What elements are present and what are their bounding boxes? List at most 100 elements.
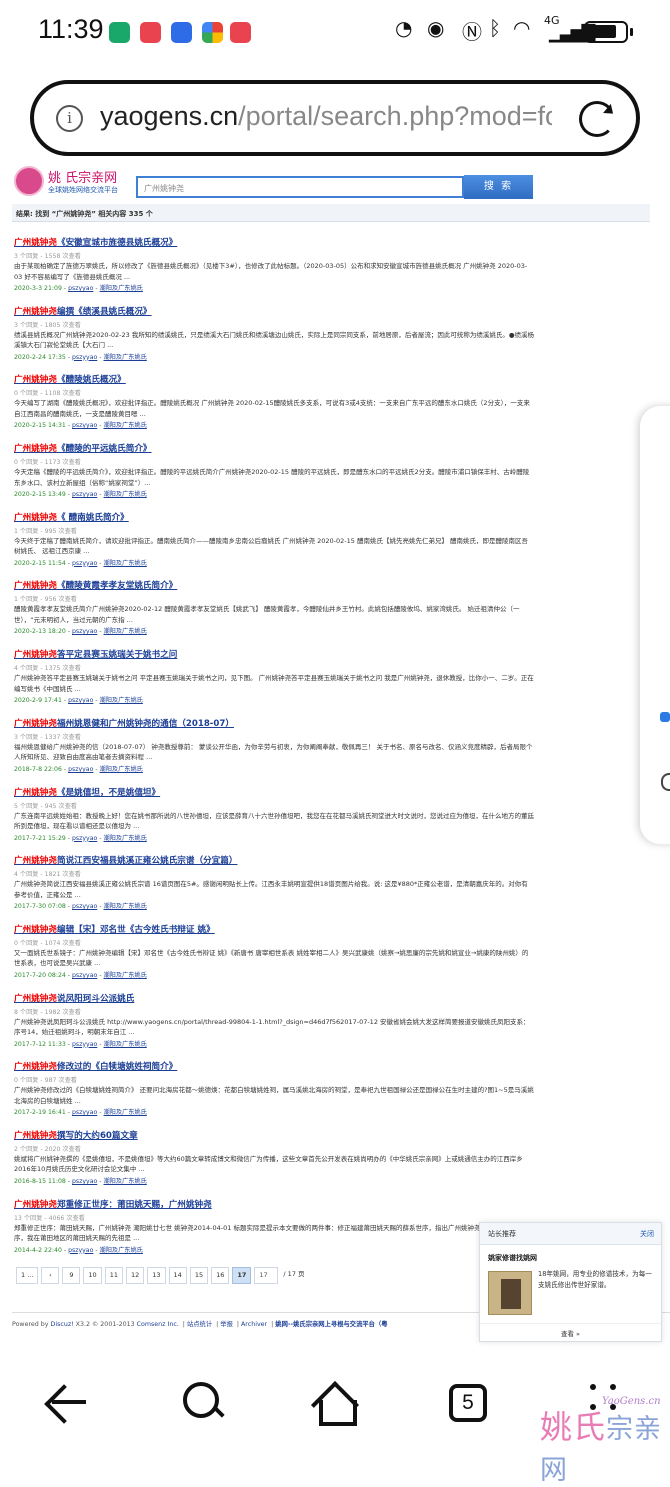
result-forum[interactable]: 潮阳及广东姚氏: [103, 835, 146, 842]
page-first-button[interactable]: 1 ...: [16, 1267, 39, 1284]
result-meta: 0 个回复 - 1108 次查看: [14, 390, 81, 398]
result-date: 2017-7-30 07:08: [14, 903, 66, 911]
footer-link-stats[interactable]: 站点统计: [187, 1321, 212, 1328]
result-title[interactable]: 广州姚钟尧郑重修正世序：莆田姚天赐，广州姚钟尧: [14, 1198, 534, 1210]
discuz-link[interactable]: Discuz!: [51, 1321, 74, 1328]
page-button-13[interactable]: 13: [147, 1267, 166, 1284]
result-author[interactable]: pszyyao: [72, 422, 97, 429]
site-watermark: 姚氏宗亲网 YaoGens.cn: [540, 1396, 663, 1486]
popup-close-button[interactable]: 关闭: [640, 1229, 654, 1239]
result-item: 广州姚钟尧编辑【宋】邓名世《古今姓氏书辩证 姚》 0 个回复 - 1074 次查看…: [14, 923, 534, 992]
search-button[interactable]: 搜 索: [464, 175, 533, 199]
page-prev-button[interactable]: ‹: [41, 1267, 60, 1284]
footer-site-name[interactable]: 姚网--姚氏宗亲网上寻根与交流平台（粤: [275, 1321, 387, 1328]
result-author[interactable]: pszyyao: [68, 766, 93, 773]
page-button-14[interactable]: 14: [168, 1267, 187, 1284]
reload-icon[interactable]: [579, 101, 615, 137]
popup-title[interactable]: 姚家修谱找姚网: [488, 1253, 537, 1263]
result-author[interactable]: pszyyao: [72, 560, 97, 567]
result-title[interactable]: 广州姚钟尧撰写的大约60篇文章: [14, 1129, 534, 1141]
result-title[interactable]: 广州姚钟尧《醴陵的平远姚氏简介》: [14, 442, 534, 454]
result-author[interactable]: pszyyao: [72, 972, 97, 979]
result-item: 广州姚钟尧《醴陵的平远姚氏简介》 0 个回复 - 1173 次查看 今天定稿《醴陵的…: [14, 442, 534, 511]
page-jump-input[interactable]: 17: [254, 1267, 279, 1284]
result-footer: 2020-2-13 18:20 - pszyyao - 潮阳及广东姚氏: [14, 628, 147, 636]
result-author[interactable]: pszyyao: [68, 285, 93, 292]
result-title[interactable]: 广州姚钟尧《 醴南姚氏简介》: [14, 511, 534, 523]
result-author[interactable]: pszyyao: [72, 1041, 97, 1048]
result-forum[interactable]: 潮阳及广东姚氏: [100, 697, 143, 704]
result-snippet: 福州姚恩健给广州姚钟尧的信（2018-07-07） 钟尧教授尊前： 蒙谈公开华函…: [14, 742, 533, 762]
result-author[interactable]: pszyyao: [72, 491, 97, 498]
result-snippet: 今天终于定稿了醴南姚氏简介，请欢迎批评指正。醴南姚氏简介——醴陵南乡忠南公后裔姚…: [14, 536, 529, 556]
page-button-10[interactable]: 10: [83, 1267, 102, 1284]
comsenz-link[interactable]: Comsenz Inc.: [137, 1321, 179, 1328]
result-title[interactable]: 广州姚钟尧简说江西安福县姚溪正雍公姚氏宗谱（分宜篇）: [14, 854, 534, 866]
result-forum[interactable]: 潮阳及广东姚氏: [103, 422, 146, 429]
result-forum[interactable]: 潮阳及广东姚氏: [100, 766, 143, 773]
page-button-11[interactable]: 11: [104, 1267, 123, 1284]
result-summary: 结果: 找到 “广州姚钟尧” 相关内容 335 个: [12, 204, 650, 222]
result-title[interactable]: 广州姚钟尧修改过的《白犊塘姚姓祠简介》: [14, 1060, 534, 1072]
result-title[interactable]: 广州姚钟尧福州姚恩健和广州姚钟尧的通信（2018-07）: [14, 717, 534, 729]
site-logo[interactable]: 姚 氏宗亲网 全球姚姓网络交流平台: [14, 166, 132, 198]
result-forum[interactable]: 潮阳及广东姚氏: [103, 903, 146, 910]
result-title[interactable]: 广州姚钟尧《醴陵黄霞孝孝友堂姚氏简介》: [14, 579, 534, 591]
result-author[interactable]: pszyyao: [72, 1109, 97, 1116]
result-footer: 2020-2-9 17:41 - pszyyao - 潮阳及广东姚氏: [14, 697, 143, 705]
edge-panel[interactable]: [640, 406, 670, 844]
search-input[interactable]: 广州姚钟尧: [136, 176, 464, 198]
result-author[interactable]: pszyyao: [68, 1247, 93, 1254]
result-item: 广州姚钟尧《 醴南姚氏简介》 1 个回复 - 995 次查看 今天终于定稿了醴南姚氏…: [14, 511, 534, 580]
info-icon[interactable]: i: [56, 105, 83, 132]
result-title[interactable]: 广州姚钟尧说凤阳珂斗公派姚氏: [14, 992, 534, 1004]
result-title[interactable]: 广州姚钟尧《是姚僖坦，不是姚僖坦》: [14, 786, 534, 798]
result-author[interactable]: pszyyao: [72, 903, 97, 910]
result-author[interactable]: pszyyao: [68, 697, 93, 704]
result-title[interactable]: 广州姚钟尧答平定县赛玉姚瑞关于姚书之问: [14, 648, 534, 660]
result-forum[interactable]: 潮阳及广东姚氏: [103, 1109, 146, 1116]
result-author[interactable]: pszyyao: [72, 354, 97, 361]
result-forum[interactable]: 潮阳及广东姚氏: [103, 354, 146, 361]
result-forum[interactable]: 潮阳及广东姚氏: [103, 1178, 146, 1185]
back-arrow-icon[interactable]: [46, 1380, 92, 1426]
footer-link-archiver[interactable]: Archiver: [241, 1321, 267, 1328]
address-bar[interactable]: i yaogens.cn/portal/search.php?mod=forum: [30, 80, 640, 156]
page-button-17[interactable]: 17: [232, 1267, 252, 1284]
result-footer: 2018-7-8 22:06 - pszyyao - 潮阳及广东姚氏: [14, 765, 143, 773]
edge-panel-curl-icon[interactable]: [661, 773, 670, 791]
result-forum[interactable]: 潮阳及广东姚氏: [103, 972, 146, 979]
result-forum[interactable]: 潮阳及广东姚氏: [103, 1041, 146, 1048]
result-title[interactable]: 广州姚钟尧《安徽宣城市旌德县姚氏概况》: [14, 236, 534, 248]
result-title[interactable]: 广州姚钟尧编辑【宋】邓名世《古今姓氏书辩证 姚》: [14, 923, 534, 935]
result-meta: 2 个回复 - 2020 次查看: [14, 1145, 81, 1153]
page-button-16[interactable]: 16: [211, 1267, 230, 1284]
result-forum[interactable]: 潮阳及广东姚氏: [100, 285, 143, 292]
search-icon[interactable]: [180, 1380, 226, 1426]
result-meta: 3 个回复 - 1337 次查看: [14, 733, 81, 741]
popup-book-image[interactable]: [488, 1271, 532, 1315]
page-button-15[interactable]: 15: [189, 1267, 209, 1284]
url-text[interactable]: yaogens.cn/portal/search.php?mod=forum: [100, 101, 552, 132]
tabs-count-button[interactable]: 5: [449, 1384, 487, 1422]
popup-more-link[interactable]: 查看 »: [480, 1323, 661, 1338]
result-footer: 2020-2-24 17:35 - pszyyao - 潮阳及广东姚氏: [14, 353, 147, 361]
page-button-12[interactable]: 12: [125, 1267, 145, 1284]
result-title[interactable]: 广州姚钟尧编撰《绩溪县姚氏概况》: [14, 305, 534, 317]
result-forum[interactable]: 潮阳及广东姚氏: [103, 628, 146, 635]
result-forum[interactable]: 潮阳及广东姚氏: [103, 560, 146, 567]
page-button-9[interactable]: 9: [62, 1267, 81, 1284]
result-title[interactable]: 广州姚钟尧《醴陵姚氏概况》: [14, 373, 534, 385]
result-footer: 2016-8-15 11:08 - pszyyao - 潮阳及广东姚氏: [14, 1177, 147, 1185]
result-forum[interactable]: 潮阳及广东姚氏: [103, 491, 146, 498]
result-forum[interactable]: 潮阳及广东姚氏: [100, 1247, 143, 1254]
home-icon[interactable]: [312, 1380, 358, 1426]
result-meta: 0 个回复 - 987 次查看: [14, 1077, 77, 1085]
result-author[interactable]: pszyyao: [72, 835, 97, 842]
edge-panel-handle-icon[interactable]: [660, 712, 670, 722]
result-item: 广州姚钟尧《是姚僖坦，不是姚僖坦》 5 个回复 - 945 次查看 广东连南平远姚姓…: [14, 786, 534, 855]
result-author[interactable]: pszyyao: [72, 628, 97, 635]
result-author[interactable]: pszyyao: [72, 1178, 97, 1185]
footer-link-report[interactable]: 举报: [220, 1321, 233, 1328]
result-footer: 2017-7-30 07:08 - pszyyao - 潮阳及广东姚氏: [14, 903, 147, 911]
